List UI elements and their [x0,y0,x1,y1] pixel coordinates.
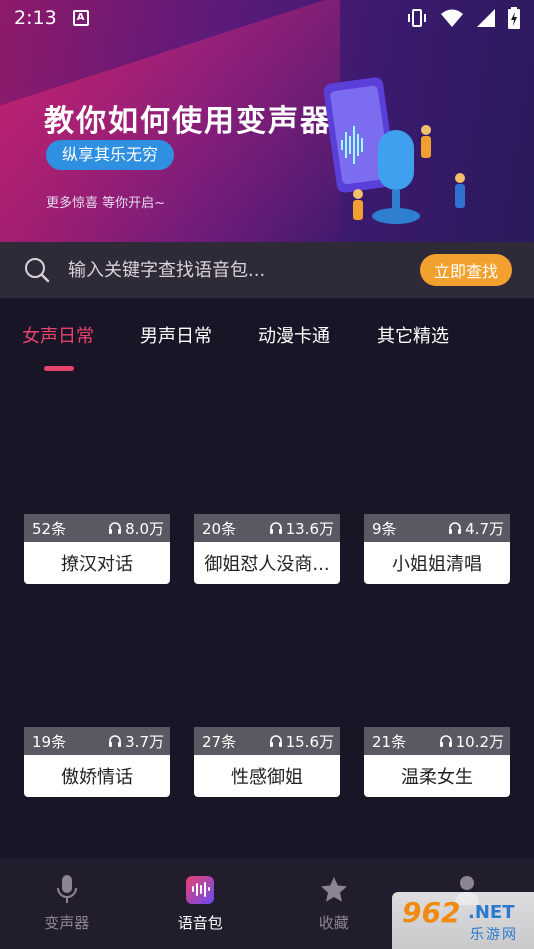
card-stats: 19条 3.7万 [24,727,170,755]
nav-label: 收藏 [318,914,349,932]
card-plays: 15.6万 [285,732,334,751]
promo-banner[interactable]: 教你如何使用变声器 纵享其乐无穷 更多惊喜 等你开启~ [0,0,534,242]
nav-voice-changer[interactable]: 变声器 [0,858,134,949]
phone-microphone-illustration [323,77,465,224]
card-title: 傲娇情话 [24,755,170,797]
card-stats: 9条 4.7万 [364,514,510,542]
headphones-icon [109,735,122,747]
card-title: 御姐怼人没商... [194,542,340,584]
card-count: 21条 [372,732,407,751]
card-plays-wrap: 10.2万 [439,731,504,752]
card-plays: 3.7万 [125,732,164,751]
card-title: 撩汉对话 [24,542,170,584]
status-time: 2:13 [14,7,57,29]
card-plays-wrap: 3.7万 [108,731,164,752]
card-plays-wrap: 13.6万 [269,518,334,539]
banner-subtitle: 更多惊喜 等你开启~ [46,196,166,211]
watermark-text: 乐游网 [470,927,518,943]
tab-male-daily[interactable]: 男声日常 [140,322,212,348]
signal-icon [477,9,495,27]
card-stats: 20条 13.6万 [194,514,340,542]
card-title: 温柔女生 [364,755,510,797]
card-title: 性感御姐 [194,755,340,797]
card-stats: 21条 10.2万 [364,727,510,755]
voice-pack-card[interactable]: 21条 10.2万 温柔女生 [364,727,510,797]
card-count: 52条 [32,519,67,538]
headphones-icon [269,735,282,747]
card-stats: 52条 8.0万 [24,514,170,542]
tab-female-daily[interactable]: 女声日常 [22,322,94,348]
battery-icon [508,7,520,29]
card-plays-wrap: 15.6万 [269,731,334,752]
tab-other-picks[interactable]: 其它精选 [377,322,449,348]
nav-voice-pack[interactable]: 语音包 [134,858,268,949]
search-icon [25,258,50,283]
voice-pack-card[interactable]: 27条 15.6万 性感御姐 [194,727,340,797]
search-input[interactable] [68,259,420,281]
card-plays-wrap: 4.7万 [448,518,504,539]
voice-pack-card[interactable]: 19条 3.7万 傲娇情话 [24,727,170,797]
nav-label: 语音包 [177,914,223,932]
tab-anime-cartoon[interactable]: 动漫卡通 [258,322,330,348]
voice-pack-card[interactable]: 20条 13.6万 御姐怼人没商... [194,514,340,584]
card-count: 9条 [372,519,397,538]
headphones-icon [449,522,462,534]
active-tab-indicator [44,366,74,371]
search-button[interactable]: 立即查找 [419,254,512,286]
wifi-icon [441,9,463,27]
banner-pill: 纵享其乐无穷 [46,140,175,170]
status-bar: 2:13 A [0,0,534,36]
microphone-icon [52,874,82,906]
search-bar: 立即查找 [0,242,534,298]
card-count: 20条 [202,519,237,538]
vibrate-icon [408,9,426,27]
notification-a-icon: A [72,10,89,26]
card-title: 小姐姐清唱 [364,542,510,584]
nav-favorites[interactable]: 收藏 [267,858,401,949]
card-plays: 10.2万 [455,732,504,751]
card-count: 19条 [32,732,67,751]
star-icon [319,874,349,906]
headphones-icon [109,522,122,534]
voice-pack-icon [185,874,215,906]
site-watermark-logo: 962 .NET 乐游网 [392,892,534,949]
headphones-icon [439,735,452,747]
category-tabs: 女声日常 男声日常 动漫卡通 其它精选 [0,316,534,376]
card-plays-wrap: 8.0万 [108,518,164,539]
card-plays: 8.0万 [125,519,164,538]
banner-title: 教你如何使用变声器 [44,104,332,139]
watermark-number: 962 [402,896,461,929]
headphones-icon [269,522,282,534]
voice-pack-card[interactable]: 9条 4.7万 小姐姐清唱 [364,514,510,584]
status-icons [406,7,520,29]
voice-pack-card[interactable]: 52条 8.0万 撩汉对话 [24,514,170,584]
nav-label: 变声器 [44,914,90,932]
card-plays: 13.6万 [285,519,334,538]
card-plays: 4.7万 [465,519,504,538]
card-count: 27条 [202,732,237,751]
watermark-domain: .NET [468,902,515,923]
card-stats: 27条 15.6万 [194,727,340,755]
